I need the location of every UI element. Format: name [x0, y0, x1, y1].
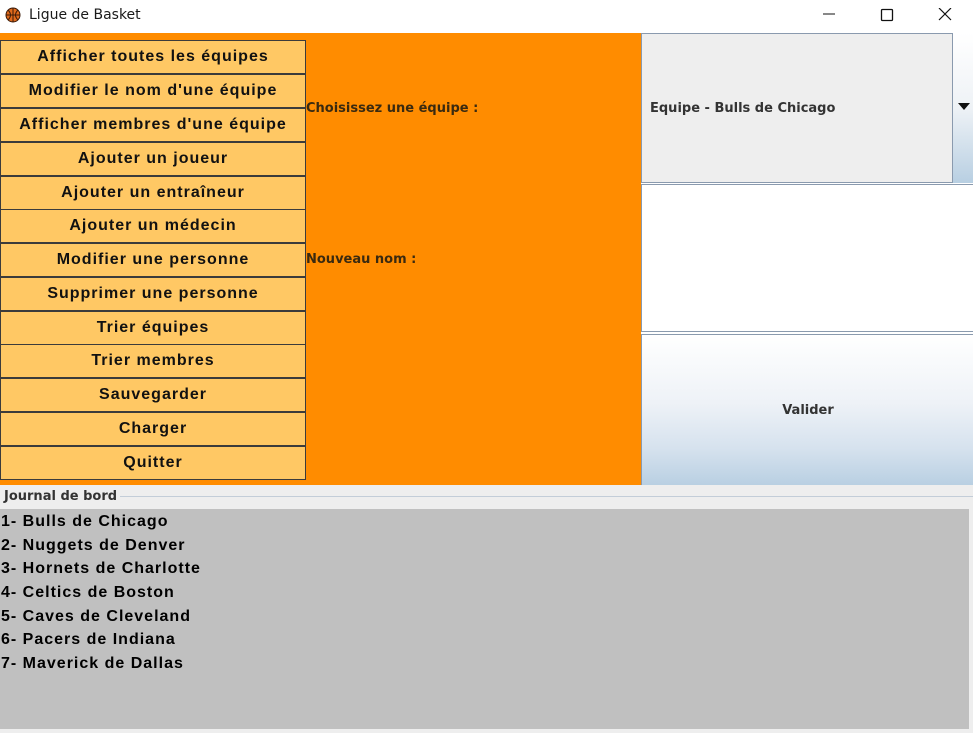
journal-line: 2- Nuggets de Denver — [1, 537, 186, 554]
sort-members-button[interactable]: Trier membres — [0, 344, 306, 378]
title-bar: Ligue de Basket — [0, 0, 973, 32]
new-name-label: Nouveau nom : — [306, 252, 417, 267]
maximize-button[interactable] — [864, 0, 910, 32]
team-select[interactable]: Equipe - Bulls de Chicago — [641, 33, 953, 183]
rename-team-button[interactable]: Modifier le nom d'une équipe — [0, 74, 306, 108]
add-coach-button[interactable]: Ajouter un entraîneur — [0, 176, 306, 210]
quit-button[interactable]: Quitter — [0, 446, 306, 480]
edit-person-button[interactable]: Modifier une personne — [0, 243, 306, 277]
journal-divider — [120, 496, 973, 497]
basketball-icon — [5, 7, 21, 23]
journal-line: 4- Celtics de Boston — [1, 584, 175, 601]
maximize-icon — [880, 8, 894, 22]
journal-line: 5- Caves de Cleveland — [1, 608, 191, 625]
team-select-dropdown-button[interactable] — [952, 33, 973, 183]
minimize-button[interactable] — [806, 0, 852, 32]
load-button[interactable]: Charger — [0, 412, 306, 446]
show-team-members-button[interactable]: Afficher membres d'une équipe — [0, 108, 306, 142]
new-name-field[interactable] — [641, 184, 973, 332]
add-doctor-button[interactable]: Ajouter un médecin — [0, 209, 306, 243]
minimize-icon — [823, 13, 835, 15]
show-all-teams-button[interactable]: Afficher toutes les équipes — [0, 40, 306, 74]
team-select-value: Equipe - Bulls de Chicago — [650, 101, 836, 116]
delete-person-button[interactable]: Supprimer une personne — [0, 277, 306, 311]
add-player-button[interactable]: Ajouter un joueur — [0, 142, 306, 176]
sort-teams-button[interactable]: Trier équipes — [0, 311, 306, 345]
journal-line: 3- Hornets de Charlotte — [1, 560, 201, 577]
journal-log[interactable]: 1- Bulls de Chicago 2- Nuggets de Denver… — [0, 509, 969, 729]
window-title: Ligue de Basket — [29, 7, 141, 23]
journal-line: 7- Maverick de Dallas — [1, 655, 184, 672]
close-button[interactable] — [922, 0, 968, 32]
close-icon — [938, 8, 952, 21]
journal-title: Journal de bord — [4, 489, 118, 504]
save-button[interactable]: Sauvegarder — [0, 378, 306, 412]
journal-line: 1- Bulls de Chicago — [1, 513, 169, 530]
journal-line: 6- Pacers de Indiana — [1, 631, 176, 648]
chevron-down-icon — [958, 103, 970, 110]
validate-button[interactable]: Valider — [641, 334, 973, 486]
choose-team-label: Choisissez une équipe : — [306, 101, 479, 116]
